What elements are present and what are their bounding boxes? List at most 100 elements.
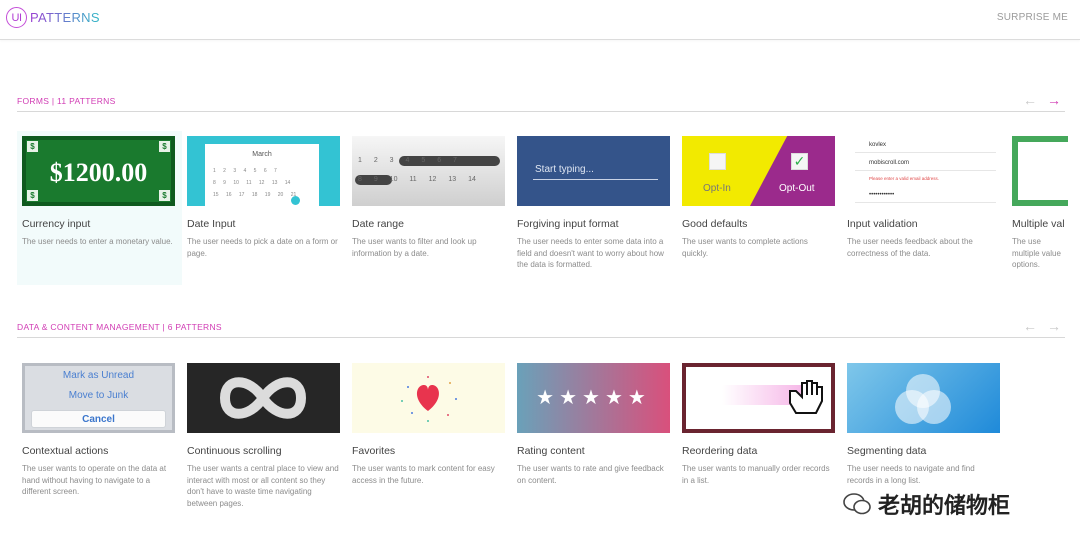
multiple-values-thumbnail — [1012, 136, 1068, 206]
continuous-scrolling-thumbnail — [187, 363, 340, 433]
card-title: Date Input — [187, 218, 236, 230]
card-multiple-values[interactable]: Multiple val The use multiple value opti… — [1012, 136, 1068, 271]
card-title: Contextual actions — [22, 445, 109, 457]
data-prev-arrow-icon[interactable]: ← — [1023, 318, 1037, 334]
card-segmenting-data[interactable]: Segmenting data The user needs to naviga… — [847, 363, 1007, 486]
cancel-option: Cancel — [31, 410, 166, 428]
card-description: The user needs to navigate and find reco… — [847, 464, 975, 485]
dollar-corner-icon: $ — [27, 190, 38, 201]
contextual-actions-thumbnail: Mark as Unread Move to Junk Cancel — [22, 363, 175, 433]
card-title: Rating content — [517, 445, 585, 457]
card-date-range[interactable]: 1 2 3 4 5 6 7 8 9 10 11 12 13 14 Date ra… — [352, 136, 512, 259]
currency-thumbnail: $ $ $ $ $1200.00 — [22, 136, 175, 206]
unchecked-box-icon — [709, 153, 726, 170]
opt-out-panel — [750, 136, 835, 206]
card-good-defaults[interactable]: ✓ Opt-In Opt-Out Good defaults The user … — [682, 136, 842, 259]
card-title: Favorites — [352, 445, 396, 457]
card-title: Reordering data — [682, 445, 758, 457]
card-title: Segmenting data — [847, 445, 927, 457]
card-title: Good defaults — [682, 218, 748, 230]
favorites-thumbnail — [352, 363, 505, 433]
infinity-icon — [219, 377, 307, 419]
forms-section-header: FORMS | 11 PATTERNS ← → — [17, 92, 1065, 112]
wechat-icon — [843, 493, 871, 515]
card-description: The user wants a central place to view a… — [187, 464, 339, 508]
forms-next-arrow-icon[interactable]: → — [1047, 92, 1061, 108]
dollar-corner-icon: $ — [159, 190, 170, 201]
calendar-row: 15 16 17 18 19 20 21 — [213, 192, 297, 198]
top-bar: UI PATTERNS SURPRISE ME — [0, 0, 1080, 40]
card-description: The user wants to operate on the data at… — [22, 464, 167, 496]
card-description: The user needs feedback about the correc… — [847, 237, 973, 258]
card-title: Multiple val — [1012, 218, 1065, 230]
mark-unread-option: Mark as Unread — [62, 370, 135, 381]
date-input-thumbnail: March 1 2 3 4 5 6 7 8 9 10 11 12 13 14 1… — [187, 136, 340, 206]
good-defaults-thumbnail: ✓ Opt-In Opt-Out — [682, 136, 835, 206]
calendar-row: 8 9 10 11 12 13 14 — [213, 180, 291, 186]
grab-hand-icon — [789, 380, 823, 414]
card-title: Forgiving input format — [517, 218, 619, 230]
opt-out-label: Opt-Out — [779, 183, 815, 194]
card-description: The user needs to enter some data into a… — [517, 237, 664, 269]
logo[interactable]: UI PATTERNS — [6, 7, 100, 28]
range-row: 8 9 10 11 12 13 14 — [358, 176, 476, 183]
card-description: The user wants to filter and look up inf… — [352, 237, 477, 258]
range-row: 1 2 3 4 5 6 7 — [358, 157, 457, 164]
card-description: The user needs to enter a monetary value… — [22, 237, 173, 246]
card-description: The user wants to manually order records… — [682, 464, 830, 485]
card-title: Input validation — [847, 218, 918, 230]
watermark-text: 老胡的储物柜 — [878, 493, 1011, 518]
logo-text: PATTERNS — [30, 10, 100, 25]
logo-badge: UI — [6, 7, 27, 28]
card-title: Currency input — [22, 218, 91, 230]
reordering-data-thumbnail — [682, 363, 835, 433]
surprise-me-link[interactable]: SURPRISE ME — [997, 12, 1068, 23]
card-description: The use multiple value options. — [1012, 237, 1061, 269]
email-field: mobiscroll.com — [855, 157, 996, 171]
card-forgiving-input-format[interactable]: Start typing... Forgiving input format T… — [517, 136, 677, 271]
validation-error: Please enter a valid email address. — [869, 176, 940, 181]
checklist-panel — [1018, 142, 1068, 200]
calendar-row: 1 2 3 4 5 6 7 — [213, 168, 277, 174]
dollar-corner-icon: $ — [159, 141, 170, 152]
card-rating-content[interactable]: ★★★★★ Rating content The user wants to r… — [517, 363, 677, 486]
heart-icon — [401, 376, 457, 422]
forms-prev-arrow-icon[interactable]: ← — [1023, 92, 1037, 108]
card-currency-input[interactable]: $ $ $ $ $1200.00 Currency input The user… — [17, 131, 182, 285]
currency-amount: $1200.00 — [49, 158, 148, 187]
data-section-header: DATA & CONTENT MANAGEMENT | 6 PATTERNS ←… — [17, 318, 1065, 338]
card-contextual-actions[interactable]: Mark as Unread Move to Junk Cancel Conte… — [22, 363, 182, 498]
placeholder-text: Start typing... — [535, 164, 594, 175]
password-field: •••••••••••• — [855, 189, 996, 203]
card-title: Continuous scrolling — [187, 445, 282, 457]
forgiving-input-thumbnail: Start typing... — [517, 136, 670, 206]
card-description: The user wants to complete actions quick… — [682, 237, 808, 258]
card-title: Date range — [352, 218, 404, 230]
card-description: The user needs to pick a date on a form … — [187, 237, 338, 258]
data-next-arrow-icon[interactable]: → — [1047, 318, 1061, 334]
dollar-corner-icon: $ — [27, 141, 38, 152]
date-range-thumbnail: 1 2 3 4 5 6 7 8 9 10 11 12 13 14 — [352, 136, 505, 206]
star-rating-icon: ★★★★★ — [536, 387, 651, 409]
card-favorites[interactable]: Favorites The user wants to mark content… — [352, 363, 512, 486]
card-description: The user wants to mark content for easy … — [352, 464, 495, 485]
card-input-validation[interactable]: kovlex mobiscroll.com Please enter a val… — [847, 136, 1007, 259]
data-section-title: DATA & CONTENT MANAGEMENT | 6 PATTERNS — [17, 322, 222, 332]
venn-diagram-icon — [895, 374, 951, 424]
card-continuous-scrolling[interactable]: Continuous scrolling The user wants a ce… — [187, 363, 347, 509]
input-validation-thumbnail: kovlex mobiscroll.com Please enter a val… — [847, 136, 1000, 206]
card-date-input[interactable]: March 1 2 3 4 5 6 7 8 9 10 11 12 13 14 1… — [187, 136, 347, 259]
rating-content-thumbnail: ★★★★★ — [517, 363, 670, 433]
move-junk-option: Move to Junk — [68, 390, 129, 401]
watermark: 老胡的储物柜 — [842, 488, 1010, 520]
card-description: The user wants to rate and give feedback… — [517, 464, 664, 485]
calendar-panel: March 1 2 3 4 5 6 7 8 9 10 11 12 13 14 1… — [205, 144, 319, 206]
username-field: kovlex — [855, 139, 996, 153]
forms-section-title: FORMS | 11 PATTERNS — [17, 96, 116, 106]
segmenting-data-thumbnail — [847, 363, 1000, 433]
calendar-month: March — [252, 151, 272, 158]
opt-in-label: Opt-In — [703, 183, 731, 194]
input-underline — [533, 179, 658, 180]
checkmark-icon: ✓ — [791, 153, 808, 170]
card-reordering-data[interactable]: Reordering data The user wants to manual… — [682, 363, 842, 486]
